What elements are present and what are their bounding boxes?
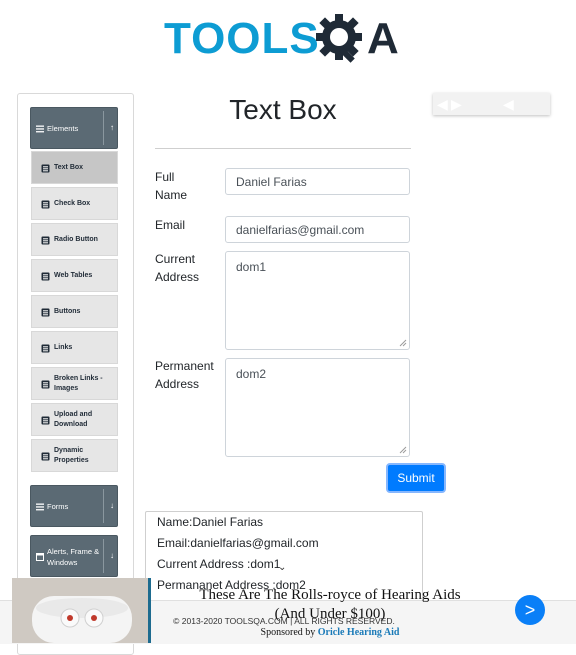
sidebar-item-upload-download[interactable]: Upload and Download: [31, 403, 118, 436]
form-icon: [41, 308, 50, 317]
sidebar-item-label: Text Box: [54, 163, 84, 171]
group-header-elements[interactable]: Elements ↑: [30, 107, 118, 149]
sidebar-item-label: Buttons: [54, 307, 81, 315]
title-divider: [155, 148, 411, 149]
group-header-forms[interactable]: Forms ↓: [30, 485, 118, 527]
form-icon: [41, 272, 50, 281]
sidebar-item-radio-button[interactable]: Radio Button: [31, 223, 118, 256]
sidebar-item-label: Check Box: [54, 199, 91, 207]
sidebar-item-links[interactable]: Links: [31, 331, 118, 364]
collapse-arrow-icon[interactable]: ↑: [108, 123, 116, 132]
email-field[interactable]: danielfarias@gmail.com: [225, 216, 410, 243]
email-label: Email: [155, 218, 186, 232]
ad-image-earbuds[interactable]: [12, 578, 148, 643]
toolsqa-logo[interactable]: TOOLS A: [164, 11, 406, 67]
divider: [103, 539, 104, 573]
sidebar-item-label: Broken Links - Images: [54, 374, 103, 392]
form-icon: [41, 236, 50, 245]
sidebar-item-label: Dynamic Properties: [54, 446, 89, 464]
earbuds-picture: [12, 578, 148, 643]
copyright-text: © 2013-2020 TOOLSQA.COM | ALL RIGHTS RES…: [173, 616, 395, 626]
form-icon: [41, 164, 50, 173]
current-address-value: dom1: [236, 260, 267, 274]
play-left-icon: ◀: [503, 96, 514, 112]
permanent-address-label: Permanent Address: [155, 359, 214, 391]
logo-suffix: A: [367, 14, 399, 63]
chevron-down-icon: ⌄: [278, 562, 287, 573]
ad-headline-line1: These Are The Rolls-royce of Hearing Aid…: [199, 587, 461, 603]
sidebar-item-check-box[interactable]: Check Box: [31, 187, 118, 220]
ad-sponsored[interactable]: Sponsored by Oricle Hearing Aid: [160, 627, 500, 638]
sponsored-prefix: Sponsored by: [260, 627, 316, 638]
divider: [103, 489, 104, 523]
full-name-label: Full Name: [155, 170, 188, 202]
group-label: Elements: [47, 124, 79, 133]
window-icon: [36, 553, 44, 561]
permanent-address-value: dom2: [236, 367, 267, 381]
resize-grip-icon[interactable]: [399, 446, 407, 454]
current-address-label: Current Address: [155, 252, 200, 284]
list-icon: [36, 125, 44, 133]
play-left-icon: ◀: [437, 96, 448, 112]
form-icon: [41, 344, 50, 353]
top-ad-banner[interactable]: ◀ ▶ ◀: [433, 93, 550, 115]
expand-arrow-icon[interactable]: ↓: [108, 501, 116, 510]
sidebar-item-label: Web Tables: [54, 271, 93, 279]
sidebar-item-text-box[interactable]: Text Box: [31, 151, 118, 184]
group-header-alerts-frame-windows[interactable]: Alerts, Frame & Windows ↓: [30, 535, 118, 577]
gear-icon: [316, 14, 362, 63]
sponsor-name: Oricle Hearing Aid: [317, 627, 400, 638]
output-current-address: Current Address :dom1: [157, 557, 281, 571]
ad-next-button[interactable]: >: [515, 595, 545, 625]
output-email: Email:danielfarias@gmail.com: [157, 536, 319, 550]
page-title: Text Box: [229, 94, 337, 125]
current-address-field[interactable]: dom1: [225, 251, 410, 350]
sidebar: Elements ↑ Text Box Check Box Radio Butt…: [17, 93, 134, 655]
permanent-address-field[interactable]: dom2: [225, 358, 410, 457]
form-icon: [41, 416, 50, 425]
sidebar-item-buttons[interactable]: Buttons: [31, 295, 118, 328]
ad-separator: [148, 578, 151, 643]
group-label: Forms: [47, 502, 69, 511]
expand-arrow-icon[interactable]: ↓: [108, 551, 116, 560]
divider: [103, 111, 104, 145]
group-label: Alerts, Frame & Windows: [47, 547, 100, 567]
full-name-field[interactable]: Daniel Farias: [225, 168, 410, 195]
resize-grip-icon[interactable]: [399, 339, 407, 347]
form-icon: [41, 380, 50, 389]
sidebar-item-label: Links: [54, 343, 73, 351]
play-right-icon: ▶: [451, 96, 462, 112]
sidebar-item-label: Upload and Download: [54, 410, 93, 428]
sidebar-item-web-tables[interactable]: Web Tables: [31, 259, 118, 292]
sidebar-item-label: Radio Button: [54, 235, 98, 243]
sidebar-item-broken-links-images[interactable]: Broken Links - Images: [31, 367, 118, 400]
sidebar-item-dynamic-properties[interactable]: Dynamic Properties: [31, 439, 118, 472]
submit-button[interactable]: Submit: [386, 463, 446, 493]
output-name: Name:Daniel Farias: [157, 515, 264, 529]
form-icon: [41, 200, 50, 209]
logo-text: TOOLS: [164, 14, 320, 63]
list-icon: [36, 503, 44, 511]
form-icon: [41, 452, 50, 461]
